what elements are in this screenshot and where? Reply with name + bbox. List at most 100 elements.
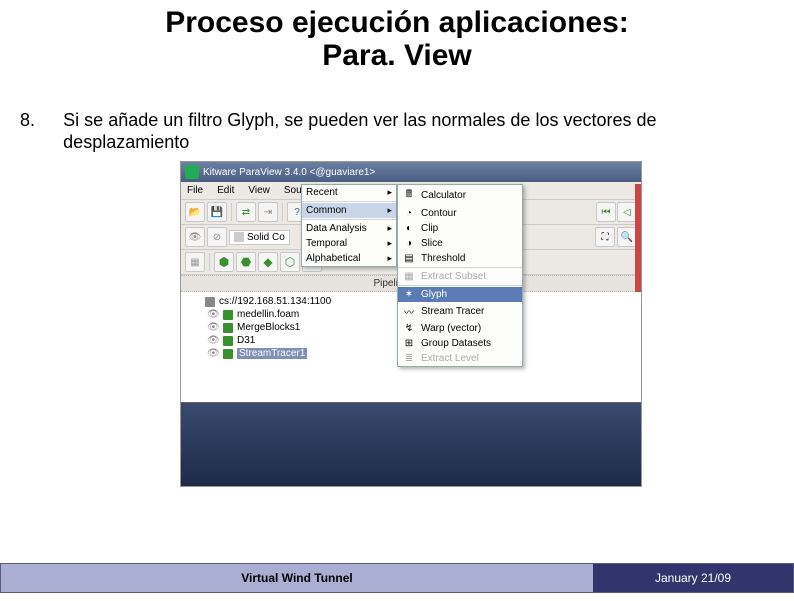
- pipeline-item-label: cs://192.168.51.134:1100: [219, 296, 331, 307]
- folder-open-icon: 📂: [189, 207, 201, 218]
- filters-menu: Recent▸Common▸Data Analysis▸Temporal▸Alp…: [301, 184, 397, 267]
- threshold-shortcut-button[interactable]: ⬡: [280, 252, 300, 272]
- disconnect-button[interactable]: ⇥: [258, 202, 278, 222]
- node-icon: [223, 336, 233, 346]
- chevron-right-icon: ▸: [387, 205, 392, 216]
- node-icon: [223, 323, 233, 333]
- app-logo-icon: [185, 165, 199, 179]
- filter-icon: ▦: [402, 271, 416, 282]
- pipeline-item-label: medellin.foam: [237, 309, 299, 320]
- open-button[interactable]: 📂: [185, 202, 205, 222]
- menu-item-label: Temporal: [306, 238, 347, 249]
- expand-icon: ⛶: [602, 232, 609, 243]
- filter-calculator[interactable]: 🖩Calculator: [398, 185, 522, 206]
- menu-item-label: Alphabetical: [306, 253, 360, 264]
- filter-warp-vector-[interactable]: ↯ Warp (vector): [398, 321, 522, 336]
- filter-clip[interactable]: ◐ Clip: [398, 221, 522, 236]
- pipeline-item-label: D31: [237, 335, 255, 346]
- eye-icon: 👁: [189, 232, 202, 243]
- submenu-item-label: Clip: [421, 223, 438, 234]
- window-titlebar: Kitware ParaView 3.4.0 <@guaviare1>: [181, 162, 641, 182]
- pipeline-item-label: StreamTracer1: [237, 348, 307, 359]
- save-button[interactable]: 💾: [207, 202, 227, 222]
- node-icon: [223, 349, 233, 359]
- filters-menu-item[interactable]: Data Analysis ▸: [302, 221, 396, 236]
- rep-button-1[interactable]: 👁: [185, 227, 205, 247]
- eye-off-icon: ⊘: [213, 232, 221, 243]
- slide-footer: Virtual Wind Tunnel January 21/09: [0, 563, 794, 593]
- color-by-dropdown[interactable]: Solid Co: [229, 230, 290, 245]
- visibility-icon[interactable]: 👁: [207, 348, 219, 359]
- first-icon: ⏮: [602, 207, 611, 218]
- save-icon: 💾: [211, 207, 223, 218]
- visibility-icon[interactable]: 👁: [207, 322, 219, 333]
- reset-camera-button[interactable]: ⛶: [595, 227, 615, 247]
- connect-button[interactable]: ⇄: [236, 202, 256, 222]
- filter-icon: 〰: [402, 304, 416, 319]
- filters-menu-item[interactable]: Common ▸: [302, 203, 396, 218]
- filters-menu-item[interactable]: Temporal ▸: [302, 236, 396, 251]
- menu-view[interactable]: View: [248, 185, 270, 196]
- first-frame-button[interactable]: ⏮: [596, 202, 616, 222]
- prev-frame-button[interactable]: ◁: [617, 202, 637, 222]
- node-icon: [205, 297, 215, 307]
- filter-icon: ✶: [402, 289, 416, 300]
- zoom-icon: 🔍: [621, 232, 633, 243]
- visibility-icon[interactable]: 👁: [207, 309, 219, 320]
- filter-stream-tracer[interactable]: 〰 Stream Tracer: [398, 302, 522, 321]
- disconnect-icon: ⇥: [264, 207, 272, 218]
- chevron-right-icon: ▸: [387, 253, 392, 264]
- menu-item-label: Recent: [306, 187, 338, 198]
- submenu-item-label: Warp (vector): [421, 323, 481, 334]
- submenu-item-label: Extract Level: [421, 353, 479, 364]
- submenu-item-label: Extract Subset: [421, 271, 486, 282]
- submenu-item-label: Glyph: [421, 289, 447, 300]
- rep-button-2[interactable]: ⊘: [207, 227, 227, 247]
- paraview-screenshot: Kitware ParaView 3.4.0 <@guaviare1> File…: [180, 161, 642, 487]
- zoom-button[interactable]: 🔍: [617, 227, 637, 247]
- filter-icon: ◔: [402, 208, 416, 219]
- common-submenu: 🖩Calculator ◔ Contour ◐ Clip ◑Slice▤Threshold…: [397, 184, 523, 367]
- filters-menu-item[interactable]: Recent ▸: [302, 185, 396, 200]
- contour-shortcut-button[interactable]: ⬢: [214, 252, 234, 272]
- slide-title: Proceso ejecución aplicaciones: Para. Vi…: [0, 6, 794, 72]
- footer-left: Virtual Wind Tunnel: [1, 564, 593, 592]
- submenu-item-label: Contour: [421, 208, 457, 219]
- chevron-right-icon: ▸: [387, 187, 392, 198]
- submenu-item-label: Calculator: [421, 190, 466, 201]
- menu-file[interactable]: File: [187, 185, 203, 196]
- step-text: Si se añade un filtro Glyph, se pueden v…: [63, 110, 774, 153]
- filter-group-datasets[interactable]: ⊞Group Datasets: [398, 336, 522, 351]
- footer-right: January 21/09: [593, 564, 793, 592]
- submenu-item-label: Stream Tracer: [421, 306, 484, 317]
- calc-shortcut-button[interactable]: ▦: [185, 252, 205, 272]
- filter-icon: ◐: [402, 223, 416, 234]
- filters-menu-item[interactable]: Alphabetical ▸: [302, 251, 396, 266]
- clip-shortcut-button[interactable]: ⬣: [236, 252, 256, 272]
- filter-slice[interactable]: ◑Slice: [398, 236, 522, 251]
- menu-item-label: Common: [306, 205, 347, 216]
- connect-icon: ⇄: [242, 207, 250, 218]
- render-view[interactable]: [181, 402, 641, 486]
- visibility-icon[interactable]: 👁: [207, 335, 219, 346]
- grid-icon: ▦: [190, 257, 199, 268]
- chevron-right-icon: ▸: [387, 223, 392, 234]
- filter-extract-subset: ▦ Extract Subset: [398, 269, 522, 284]
- filter-icon: ⊞: [402, 338, 416, 349]
- slice-shortcut-button[interactable]: ◆: [258, 252, 278, 272]
- submenu-item-label: Threshold: [421, 253, 465, 264]
- pipeline-item-label: MergeBlocks1: [237, 322, 300, 333]
- filter-contour[interactable]: ◔ Contour: [398, 206, 522, 221]
- node-icon: [223, 310, 233, 320]
- filter-icon: ↯: [402, 323, 416, 334]
- menu-item-label: Data Analysis: [306, 223, 367, 234]
- step-row: 8. Si se añade un filtro Glyph, se puede…: [0, 110, 794, 153]
- filter-glyph[interactable]: ✶ Glyph: [398, 287, 522, 302]
- filter-icon: ≣: [402, 353, 416, 364]
- help-icon: ?: [294, 207, 300, 218]
- filter-threshold[interactable]: ▤Threshold: [398, 251, 522, 266]
- chevron-right-icon: ▸: [387, 238, 392, 249]
- filter-extract-level: ≣ Extract Level: [398, 351, 522, 366]
- menu-edit[interactable]: Edit: [217, 185, 234, 196]
- filter-icon: ◑: [402, 238, 416, 249]
